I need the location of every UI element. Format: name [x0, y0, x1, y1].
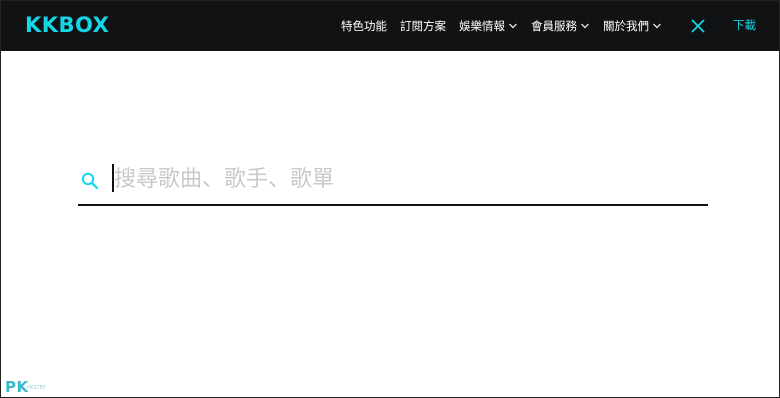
- search-input[interactable]: [114, 159, 704, 199]
- nav-item-features[interactable]: 特色功能: [341, 18, 387, 34]
- nav-item-label: 會員服務: [531, 19, 577, 33]
- nav-item-member-services[interactable]: 會員服務: [531, 18, 590, 34]
- chevron-down-icon: [653, 23, 661, 29]
- nav-item-about-us[interactable]: 關於我們: [603, 18, 662, 34]
- watermark-subtext: PKSTEP: [27, 385, 46, 391]
- search-icon[interactable]: [81, 172, 99, 190]
- top-navigation-bar: KKBOX 特色功能 訂閱方案 娛樂情報 會員服務 關於我們 下載: [1, 1, 779, 51]
- chevron-down-icon: [509, 23, 517, 29]
- chevron-down-icon: [581, 23, 589, 29]
- kkbox-logo[interactable]: KKBOX: [25, 13, 109, 37]
- watermark-logo: PK: [5, 378, 29, 396]
- search-bar: [78, 159, 708, 206]
- main-nav: 特色功能 訂閱方案 娛樂情報 會員服務 關於我們: [341, 1, 675, 51]
- nav-item-label: 特色功能: [341, 19, 387, 33]
- nav-item-label: 娛樂情報: [459, 19, 505, 33]
- nav-item-label: 訂閱方案: [400, 19, 446, 33]
- page-frame: KKBOX 特色功能 訂閱方案 娛樂情報 會員服務 關於我們 下載 搜尋歌曲、歌…: [0, 0, 780, 398]
- nav-item-subscription[interactable]: 訂閱方案: [400, 18, 446, 34]
- nav-item-entertainment[interactable]: 娛樂情報: [459, 18, 518, 34]
- download-link[interactable]: 下載: [733, 17, 756, 33]
- close-icon[interactable]: [690, 18, 706, 34]
- nav-item-label: 關於我們: [603, 19, 649, 33]
